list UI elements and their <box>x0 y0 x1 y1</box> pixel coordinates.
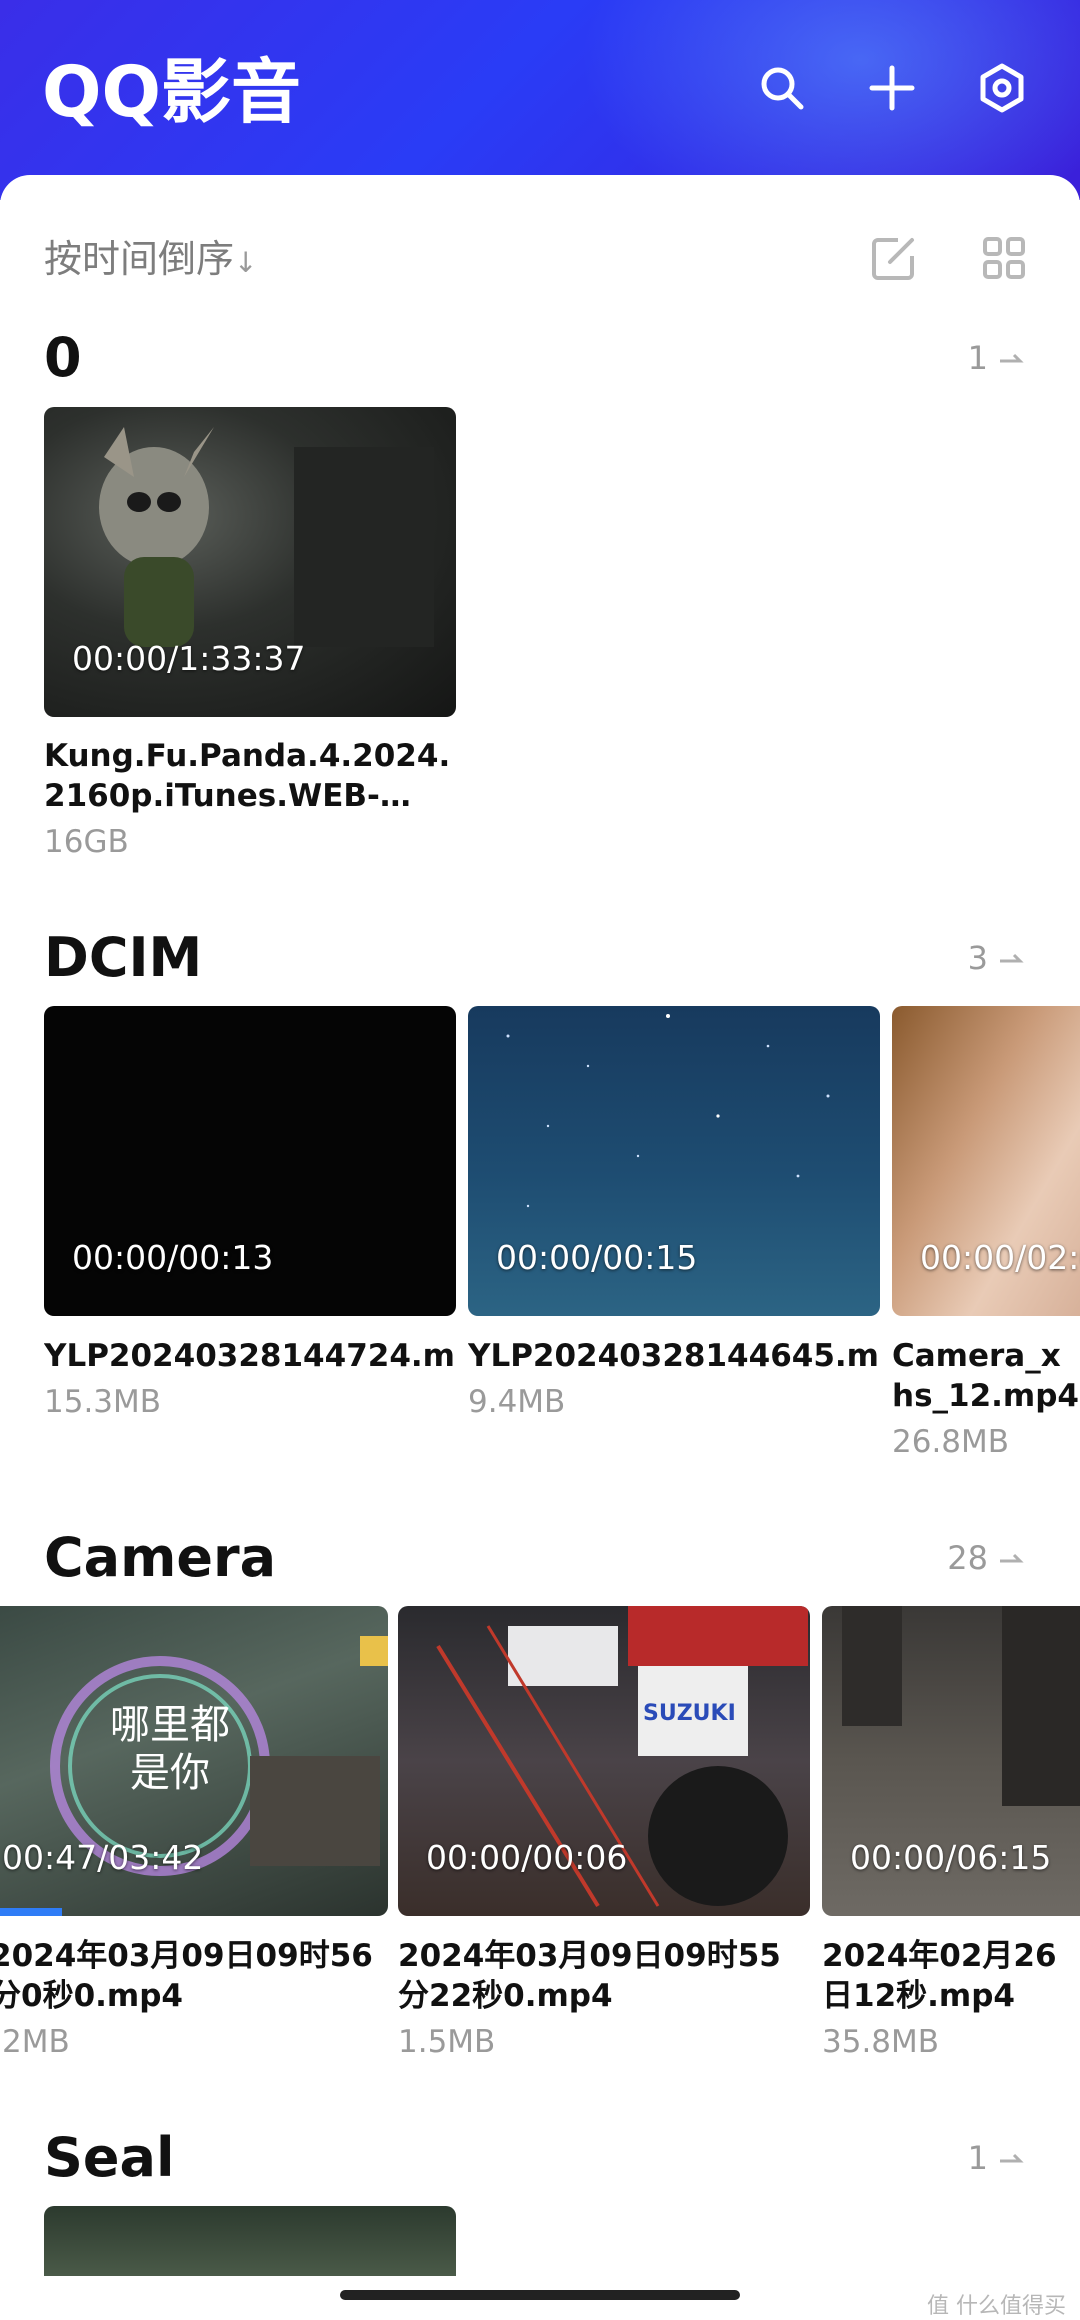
video-size: 15.3MB <box>44 1384 162 1420</box>
arrow-icon <box>1000 2153 1024 2163</box>
app-header: QQ影音 <box>0 0 1080 200</box>
video-size: 16GB <box>44 824 129 860</box>
video-name: YLP20240328144645.mp4 <box>468 1338 880 1374</box>
folder-title[interactable]: 0 <box>44 326 82 390</box>
video-size: 35.8MB <box>822 2024 940 2060</box>
video-thumbnail[interactable]: 00:00/06:15 <box>822 1606 1080 1916</box>
video-name: 2024年02月26日12秒.mp4 <box>822 1938 1057 2014</box>
video-thumbnail[interactable]: 00:00/1:33:37 <box>44 407 456 717</box>
folder-count-value: 1 <box>967 339 988 377</box>
thumbnail-caption: 哪里都是你 <box>110 1702 230 1796</box>
video-duration: 00:00/06:15 <box>850 1838 1052 1877</box>
folder-count-value: 1 <box>967 2139 988 2177</box>
video-size: 1.5MB <box>398 2024 496 2060</box>
video-duration: 00:00/1:33:37 <box>72 639 306 678</box>
video-size: 9.4MB <box>468 1384 566 1420</box>
video-thumbnail[interactable]: 00:00/00:15 <box>468 1006 880 1316</box>
video-thumbnail[interactable] <box>44 2206 456 2276</box>
folder-count[interactable]: 3 <box>968 938 1024 978</box>
folder-count[interactable]: 1 <box>968 2138 1024 2178</box>
edit-icon[interactable] <box>868 232 920 284</box>
video-thumbnail[interactable]: SUZUKI 00:00/00:06 <box>398 1606 810 1916</box>
video-thumbnail[interactable]: 00:00/00:13 <box>44 1006 456 1316</box>
arrow-icon <box>1000 1553 1024 1563</box>
watermark: 值 什么值得买 <box>927 2294 1066 2319</box>
video-duration: 00:00/00:15 <box>496 1238 698 1277</box>
folder-count[interactable]: 1 <box>968 338 1024 378</box>
arrow-icon <box>1000 953 1024 963</box>
video-name: 2024年03月09日09时55分22秒0.mp4 <box>398 1938 781 2014</box>
video-name-text: 2024年03月09日09时56分0秒0.mp4 <box>0 1938 373 2014</box>
thumbnail-caption: SUZUKI <box>643 1701 736 1726</box>
folder-count[interactable]: 28 <box>947 1538 1024 1578</box>
folder-title[interactable]: DCIM <box>44 926 202 990</box>
home-indicator[interactable] <box>340 2290 740 2300</box>
arrow-icon <box>1000 353 1024 363</box>
video-duration: 00:00/02:0 <box>920 1238 1080 1277</box>
app-title: QQ影音 <box>42 51 302 133</box>
sort-arrow-icon: ↓ <box>234 246 258 279</box>
search-icon[interactable] <box>756 62 808 114</box>
playback-progress <box>0 1908 63 1916</box>
video-name: 2024年03月09日09时56分0秒0.mp4 <box>0 1936 388 2016</box>
video-thumbnail[interactable]: 00:00/02:0 <box>892 1006 1080 1316</box>
video-thumbnail[interactable]: 哪里都是你 00:47/03:42 <box>0 1606 388 1916</box>
video-name: YLP20240328144724.mp4 <box>44 1338 456 1374</box>
video-duration: 00:00/00:13 <box>72 1238 274 1277</box>
sort-label: 按时间倒序 <box>44 237 235 281</box>
video-name: Camera_xhs_12.mp4 <box>892 1338 1079 1414</box>
video-duration: 00:00/00:06 <box>426 1838 628 1877</box>
grid-view-icon[interactable] <box>978 232 1030 284</box>
video-size: 2MB <box>2 2024 70 2060</box>
video-size: 26.8MB <box>892 1424 1010 1460</box>
video-name: Kung.Fu.Panda.4.2024.2160p.iTunes.WEB-… <box>44 738 451 814</box>
settings-icon[interactable] <box>976 62 1028 114</box>
folder-title[interactable]: Seal <box>44 2126 174 2190</box>
video-duration: 00:47/03:42 <box>2 1838 204 1877</box>
folder-count-value: 28 <box>947 1539 988 1577</box>
sort-selector[interactable]: 按时间倒序↓ <box>44 234 257 288</box>
add-icon[interactable] <box>866 62 918 114</box>
folder-title[interactable]: Camera <box>44 1526 276 1590</box>
folder-count-value: 3 <box>967 939 988 977</box>
